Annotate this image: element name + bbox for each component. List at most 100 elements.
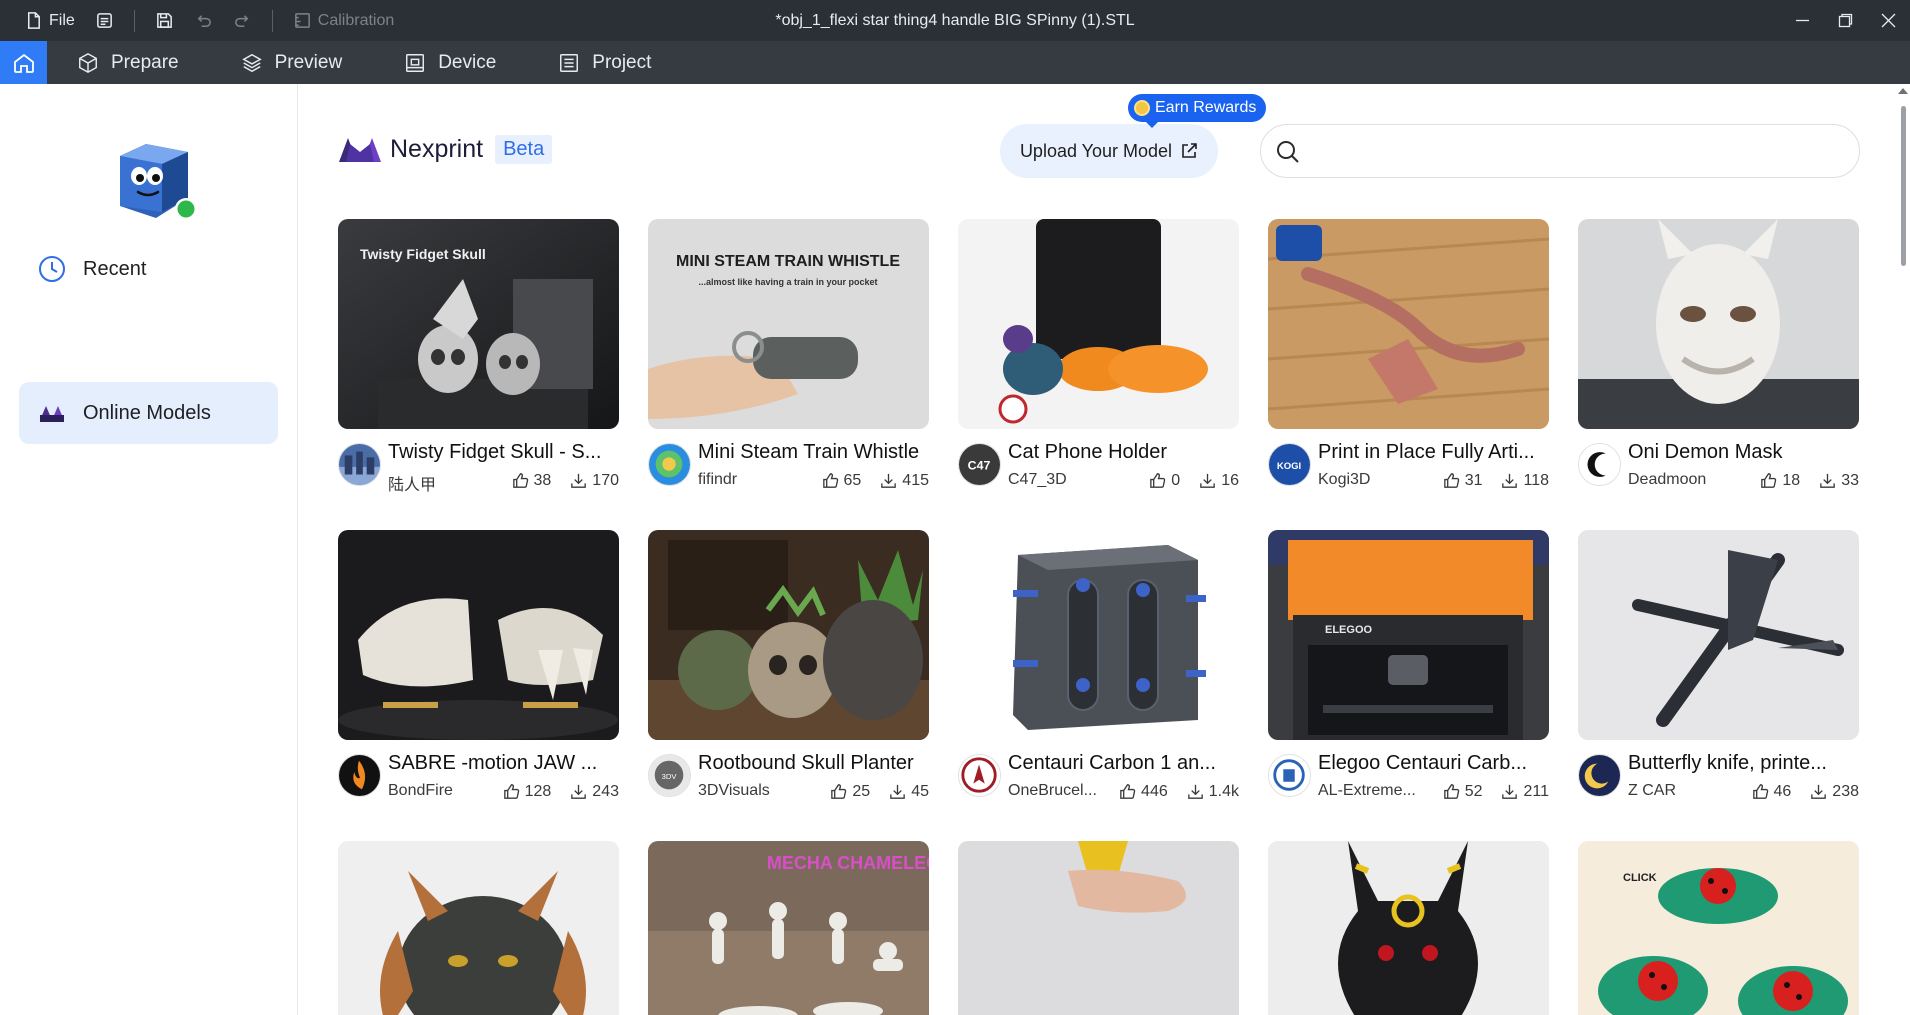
model-title[interactable]: Elegoo Centauri Carb... <box>1318 752 1549 775</box>
model-card[interactable]: CLICK <box>1578 841 1859 1015</box>
downloads-count: 243 <box>592 782 619 800</box>
layers-icon <box>241 53 262 72</box>
model-thumbnail[interactable]: MECHA CHAMELEON <box>648 841 929 1015</box>
model-author[interactable]: AL-Extreme... <box>1318 782 1416 800</box>
project-icon <box>560 53 579 72</box>
likes-count: 65 <box>843 471 862 489</box>
downloads-count: 170 <box>592 471 619 489</box>
author-avatar[interactable] <box>1578 443 1621 486</box>
model-card[interactable]: C47 Cat Phone Holder C47_3D 0 16 <box>958 219 1239 501</box>
notes-button[interactable] <box>85 0 124 41</box>
author-avatar-image: 3DV <box>649 755 690 796</box>
file-menu[interactable]: File <box>14 0 85 41</box>
thumbs-up-icon <box>512 473 528 488</box>
main-tab-bar: Prepare Preview Device Project <box>0 41 1910 84</box>
model-card[interactable]: Oni Demon Mask Deadmoon 18 33 <box>1578 219 1859 501</box>
downloads-count: 16 <box>1221 471 1239 489</box>
download-icon <box>890 784 906 799</box>
model-thumbnail[interactable] <box>958 219 1239 429</box>
model-thumbnail[interactable] <box>1268 841 1549 1015</box>
model-thumbnail[interactable]: ELEGOO <box>1268 530 1549 740</box>
model-title[interactable]: Print in Place Fully Arti... <box>1318 441 1549 464</box>
model-author[interactable]: C47_3D <box>1008 471 1067 489</box>
model-author[interactable]: BondFire <box>388 782 453 800</box>
model-title[interactable]: Oni Demon Mask <box>1628 441 1859 464</box>
likes-count: 46 <box>1773 782 1792 800</box>
model-thumbnail[interactable]: MINI STEAM TRAIN WHISTLE ...almost like … <box>648 219 929 429</box>
close-button[interactable] <box>1867 0 1910 41</box>
model-title[interactable]: Centauri Carbon 1 an... <box>1008 752 1239 775</box>
download-icon <box>1820 473 1836 488</box>
author-avatar[interactable] <box>958 754 1001 797</box>
save-button[interactable] <box>145 0 184 41</box>
model-card[interactable]: Butterfly knife, printe... Z CAR 46 238 <box>1578 530 1859 812</box>
model-title[interactable]: Butterfly knife, printe... <box>1628 752 1859 775</box>
author-avatar[interactable]: 3DV <box>648 754 691 797</box>
author-avatar[interactable] <box>338 754 381 797</box>
upload-model-button[interactable]: Upload Your Model <box>1000 124 1218 178</box>
model-thumbnail[interactable] <box>1578 219 1859 429</box>
model-card[interactable]: Centauri Carbon 1 an... OneBrucel... 446… <box>958 530 1239 812</box>
model-title[interactable]: Rootbound Skull Planter <box>698 752 929 775</box>
model-author[interactable]: 陆人甲 <box>388 471 436 495</box>
model-author[interactable]: fifindr <box>698 471 737 489</box>
restore-button[interactable] <box>1824 0 1867 41</box>
page-scrollbar[interactable] <box>1892 84 1910 1015</box>
model-thumbnail[interactable] <box>1268 219 1549 429</box>
search-input[interactable] <box>1313 135 1843 169</box>
model-card[interactable] <box>338 841 619 1015</box>
model-card[interactable]: KOGI Print in Place Fully Arti... Kogi3D… <box>1268 219 1549 501</box>
model-card[interactable]: Twisty Fidget Skull Twisty Fidget Skull … <box>338 219 619 501</box>
model-title[interactable]: Twisty Fidget Skull - S... <box>388 441 619 464</box>
model-author[interactable]: Deadmoon <box>1628 471 1706 489</box>
redo-button[interactable] <box>223 0 262 41</box>
sidebar-item-recent[interactable]: Recent <box>19 238 278 300</box>
model-title[interactable]: Mini Steam Train Whistle <box>698 441 929 464</box>
scrollbar-thumb[interactable] <box>1901 106 1906 266</box>
model-thumbnail[interactable]: CLICK <box>1578 841 1859 1015</box>
elegoo-printer-thumbnail-image: ELEGOO <box>1268 530 1549 740</box>
model-card[interactable] <box>1268 841 1549 1015</box>
model-thumbnail[interactable] <box>338 841 619 1015</box>
author-avatar[interactable] <box>648 443 691 486</box>
thumbs-up-icon <box>1443 784 1459 799</box>
model-title[interactable]: Cat Phone Holder <box>1008 441 1239 464</box>
scroll-up-arrow-icon[interactable] <box>1898 88 1908 94</box>
download-icon <box>1502 784 1518 799</box>
model-thumbnail[interactable] <box>1578 530 1859 740</box>
model-thumbnail[interactable]: Twisty Fidget Skull <box>338 219 619 429</box>
earn-rewards-badge[interactable]: Earn Rewards <box>1128 94 1267 128</box>
model-title[interactable]: SABRE -motion JAW ... <box>388 752 619 775</box>
sidebar-item-label: Recent <box>83 257 147 280</box>
author-avatar[interactable] <box>338 443 381 486</box>
sidebar-item-online-models[interactable]: Online Models <box>19 382 278 444</box>
author-avatar[interactable] <box>1268 754 1311 797</box>
model-author[interactable]: 3DVisuals <box>698 782 770 800</box>
minimize-button[interactable] <box>1781 0 1824 41</box>
tab-prepare[interactable]: Prepare <box>47 41 211 84</box>
model-card[interactable]: 3DV Rootbound Skull Planter 3DVisuals 25… <box>648 530 929 812</box>
author-avatar[interactable]: C47 <box>958 443 1001 486</box>
model-author[interactable]: OneBrucel... <box>1008 782 1097 800</box>
author-avatar[interactable]: KOGI <box>1268 443 1311 486</box>
model-card[interactable]: MINI STEAM TRAIN WHISTLE ...almost like … <box>648 219 929 501</box>
model-thumbnail[interactable] <box>338 530 619 740</box>
model-card[interactable]: ELEGOO Elegoo Centauri Carb... AL-Extrem… <box>1268 530 1549 812</box>
tab-device[interactable]: Device <box>374 41 528 84</box>
user-avatar[interactable] <box>106 136 197 226</box>
model-card[interactable]: SABRE -motion JAW ... BondFire 128 243 <box>338 530 619 812</box>
model-card[interactable] <box>958 841 1239 1015</box>
undo-button[interactable] <box>184 0 223 41</box>
model-thumbnail[interactable] <box>958 841 1239 1015</box>
model-thumbnail[interactable] <box>648 530 929 740</box>
tab-project[interactable]: Project <box>528 41 683 84</box>
download-icon <box>1200 473 1216 488</box>
tab-home[interactable] <box>0 41 47 84</box>
calibration-menu[interactable]: Calibration <box>283 0 404 41</box>
tab-preview[interactable]: Preview <box>211 41 375 84</box>
model-thumbnail[interactable] <box>958 530 1239 740</box>
model-author[interactable]: Kogi3D <box>1318 471 1370 489</box>
author-avatar[interactable] <box>1578 754 1621 797</box>
model-card[interactable]: MECHA CHAMELEON <box>648 841 929 1015</box>
model-author[interactable]: Z CAR <box>1628 782 1676 800</box>
